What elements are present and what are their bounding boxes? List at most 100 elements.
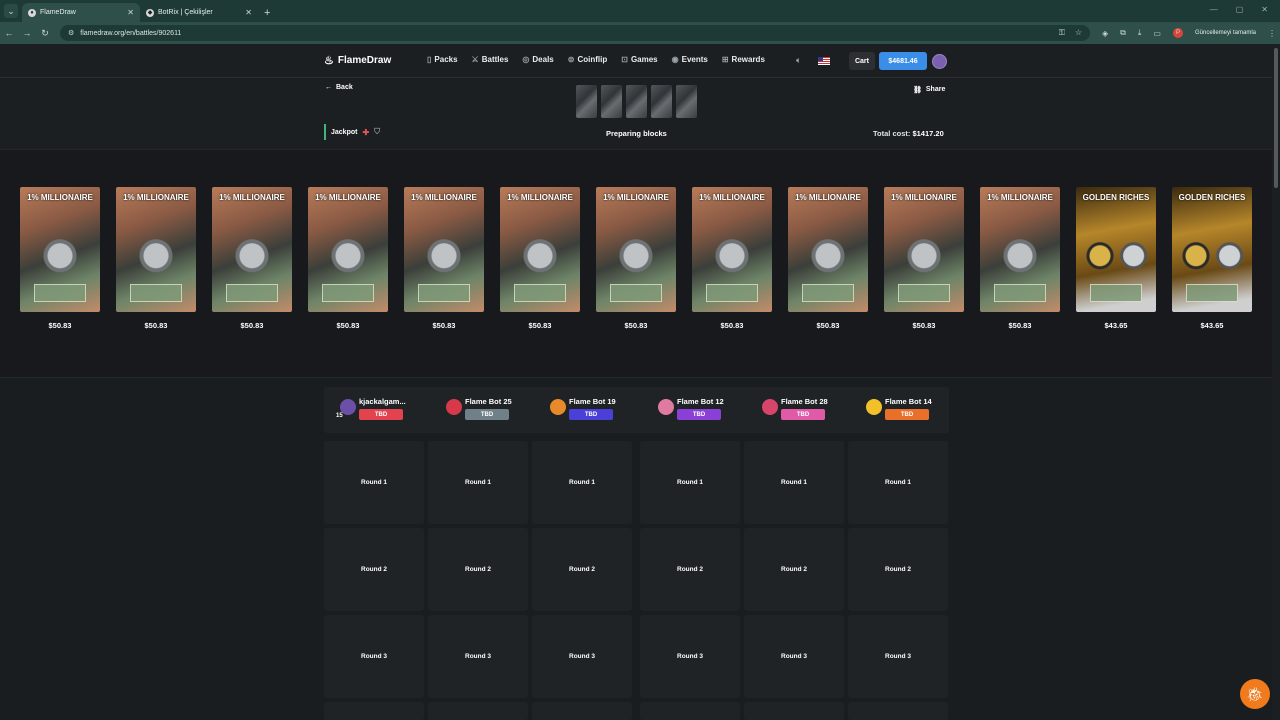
banknote-graphic <box>898 284 950 302</box>
back-button[interactable]: ← Back <box>325 84 353 91</box>
forward-arrow-icon[interactable]: → <box>18 28 36 38</box>
puzzle-icon[interactable]: ⧉ <box>1120 28 1126 38</box>
banknote-graphic <box>994 284 1046 302</box>
tab-search-button[interactable]: ⌄ <box>4 4 18 18</box>
pack-name: 1% MILLIONAIRE <box>987 193 1053 202</box>
bookmark-star-icon[interactable]: ☆ <box>1075 28 1082 38</box>
download-icon[interactable]: ⤓ <box>1138 28 1142 38</box>
pack-name: 1% MILLIONAIRE <box>603 193 669 202</box>
pack-thumbnail[interactable] <box>601 85 622 118</box>
player-slot[interactable]: Flame Bot 19 TBD <box>532 387 632 433</box>
new-tab-button[interactable]: + <box>264 7 270 19</box>
reel-pack-card: 1% MILLIONAIRE $50.83 <box>788 187 868 330</box>
round-cell: Round 3 <box>532 615 632 698</box>
pack-thumbnail[interactable] <box>676 85 697 118</box>
browser-tab-flamedraw[interactable]: ♦ FlameDraw ✕ <box>22 3 140 22</box>
pack-price: $50.83 <box>240 321 264 330</box>
events-icon: ◉ <box>671 55 679 64</box>
back-arrow-icon[interactable]: ← <box>0 28 18 38</box>
brand-name: FlameDraw <box>337 55 392 66</box>
cart-button[interactable]: Cart <box>849 52 875 70</box>
support-bot-icon[interactable]: 🐞︎ <box>1240 679 1270 709</box>
pack-art: 1% MILLIONAIRE <box>116 187 196 312</box>
pack-art: 1% MILLIONAIRE <box>500 187 580 312</box>
brand-logo[interactable]: ♨ FlameDraw <box>324 54 391 67</box>
total-cost-label: Total cost: <box>873 129 911 138</box>
nav-games[interactable]: ⊡ Games <box>621 55 657 64</box>
pack-price: $50.83 <box>816 321 840 330</box>
round-cell: Round 2 <box>848 528 948 611</box>
pack-thumbnail[interactable] <box>651 85 672 118</box>
player-name: Flame Bot 19 <box>569 397 616 406</box>
balance-button[interactable]: $4681.46 <box>879 52 927 70</box>
reel-pack-card: 1% MILLIONAIRE $50.83 <box>500 187 580 330</box>
pack-price: $50.83 <box>144 321 168 330</box>
browser-tab-botrix[interactable]: ◆ BotRix | Çekilişler ✕ <box>140 3 258 22</box>
nav-label: Rewards <box>731 55 765 64</box>
split-view-icon[interactable]: ▭ <box>1153 29 1161 38</box>
round-cell: Round 2 <box>744 528 844 611</box>
reel-pack-card: 1% MILLIONAIRE $50.83 <box>404 187 484 330</box>
update-button[interactable]: Güncellemeyi tamamla <box>1195 30 1256 36</box>
reload-icon[interactable]: ↻ <box>36 28 54 39</box>
player-name: kjackalgam... <box>359 397 406 406</box>
player-slot[interactable]: kjackalgam... TBD 15 <box>324 387 424 433</box>
nav-label: Battles <box>481 55 509 64</box>
round-cell: Round 1 <box>848 441 948 524</box>
maximize-icon[interactable]: ▢ <box>1236 5 1244 14</box>
nav-events[interactable]: ◉ Events <box>672 55 708 64</box>
player-slot[interactable]: Flame Bot 12 TBD <box>640 387 740 433</box>
nav-coinflip[interactable]: ⊜ Coinflip <box>568 55 607 64</box>
player-avatar <box>866 399 882 415</box>
flame-favicon-icon: ♦ <box>28 8 36 17</box>
nav-packs[interactable]: ▯ Packs <box>427 55 458 64</box>
nav-rewards[interactable]: ⊞ Rewards <box>722 55 765 64</box>
flame-logo-icon: ♨ <box>324 55 334 67</box>
user-avatar[interactable] <box>932 54 947 69</box>
back-label: Back <box>336 84 353 91</box>
pack-art: 1% MILLIONAIRE <box>308 187 388 312</box>
jackpot-icon: ✚ <box>362 127 370 137</box>
banknote-graphic <box>706 284 758 302</box>
nav-battles[interactable]: ⚔ Battles <box>472 55 509 64</box>
menu-dots-icon[interactable]: ⋮ <box>1268 29 1276 38</box>
player-slot[interactable]: Flame Bot 14 TBD <box>848 387 948 433</box>
share-button[interactable]: ⛓ Share <box>913 86 945 94</box>
player-avatar <box>550 399 566 415</box>
nav-label: Coinflip <box>577 55 608 64</box>
player-status-badge: TBD <box>781 409 825 420</box>
player-slot[interactable]: Flame Bot 25 TBD <box>428 387 528 433</box>
site-info-icon[interactable]: ⚙ <box>68 29 74 37</box>
page-scrollbar[interactable] <box>1272 44 1280 720</box>
round-cell: Round 2 <box>532 528 632 611</box>
nav-deals[interactable]: ◎ Deals <box>522 55 553 64</box>
us-flag-icon[interactable] <box>818 57 830 65</box>
profile-avatar[interactable]: P <box>1172 28 1183 38</box>
banknote-graphic <box>802 284 854 302</box>
battle-mode: Jackpot ✚ ⛉ <box>324 124 380 140</box>
round-cell: Round 2 <box>428 528 528 611</box>
swords-icon: ⚔ <box>471 55 479 64</box>
extension-icon[interactable]: ◈ <box>1102 29 1108 38</box>
scrollbar-thumb[interactable] <box>1274 48 1278 188</box>
address-bar[interactable]: ⚙ flamedraw.org/en/battles/902611 ⚿ ☆ <box>60 25 1090 41</box>
pack-art: 1% MILLIONAIRE <box>788 187 868 312</box>
pack-name: GOLDEN RICHES <box>1178 193 1246 202</box>
pack-price: $43.65 <box>1104 321 1128 330</box>
round-cell: Round 2 <box>640 528 740 611</box>
pack-art: 1% MILLIONAIRE <box>596 187 676 312</box>
pack-art: 1% MILLIONAIRE <box>20 187 100 312</box>
close-window-icon[interactable]: ✕ <box>1261 5 1268 14</box>
browser-tab-bar: ⌄ ♦ FlameDraw ✕ ◆ BotRix | Çekilişler ✕ … <box>0 0 1280 22</box>
deals-icon: ◎ <box>522 55 530 64</box>
close-tab-icon[interactable]: ✕ <box>245 8 252 17</box>
pack-thumbnail[interactable] <box>626 85 647 118</box>
round-cell <box>640 702 740 720</box>
close-tab-icon[interactable]: ✕ <box>127 8 134 17</box>
sound-icon[interactable]: 🔈︎ <box>796 55 801 66</box>
total-cost: Total cost: $1417.20 <box>873 129 944 138</box>
minimize-icon[interactable]: — <box>1210 5 1218 14</box>
player-slot[interactable]: Flame Bot 28 TBD <box>744 387 844 433</box>
pack-thumbnail[interactable] <box>576 85 597 118</box>
password-key-icon[interactable]: ⚿ <box>1059 28 1065 38</box>
